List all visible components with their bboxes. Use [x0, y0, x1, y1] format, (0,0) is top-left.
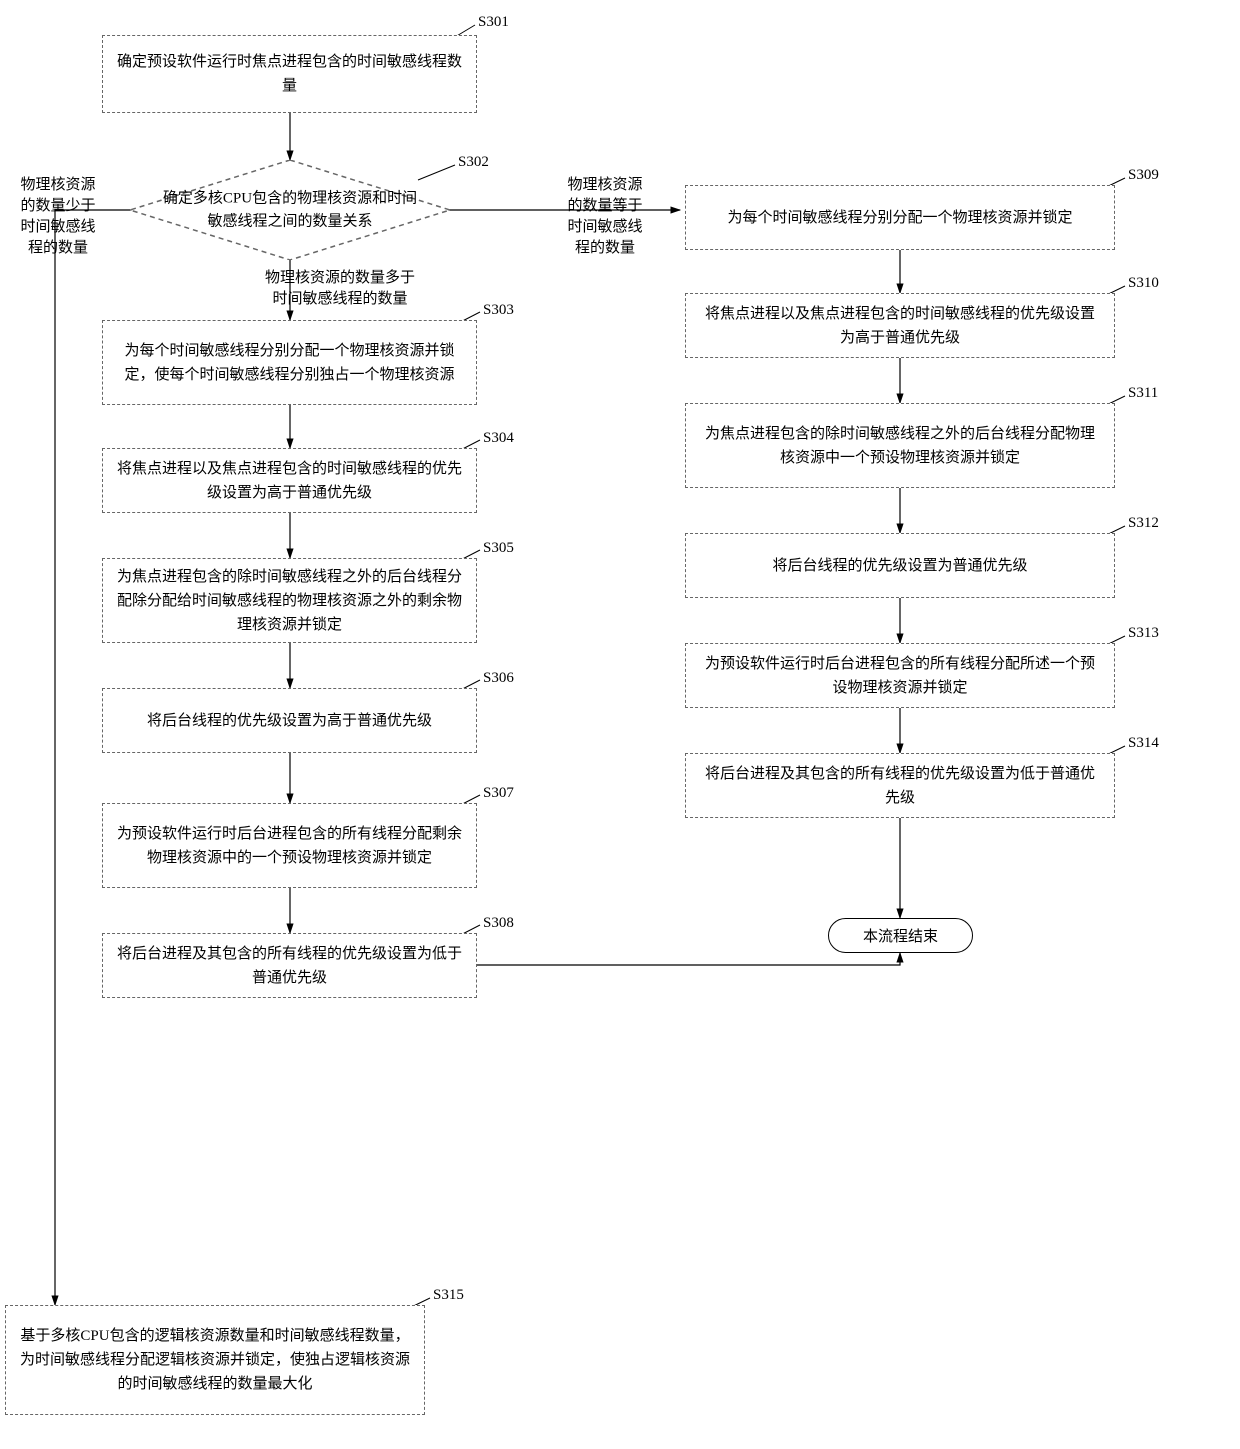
- step-s308: 将后台进程及其包含的所有线程的优先级设置为低于普通优先级: [102, 933, 477, 998]
- label-s311: S311: [1128, 383, 1158, 404]
- label-s305: S305: [483, 538, 514, 559]
- edge-left: 物理核资源的数量少于时间敏感线程的数量: [0, 175, 118, 259]
- edge-right: 物理核资源的数量等于时间敏感线程的数量: [545, 175, 665, 259]
- label-s307: S307: [483, 783, 514, 804]
- step-text: 将后台线程的优先级设置为高于普通优先级: [147, 709, 432, 733]
- label-s302: S302: [458, 152, 489, 173]
- terminator-end: 本流程结束: [828, 918, 973, 953]
- label-s313: S313: [1128, 623, 1159, 644]
- step-s307: 为预设软件运行时后台进程包含的所有线程分配剩余物理核资源中的一个预设物理核资源并…: [102, 803, 477, 888]
- label-s306: S306: [483, 668, 514, 689]
- step-text: 将后台进程及其包含的所有线程的优先级设置为低于普通优先级: [698, 762, 1102, 810]
- step-s303: 为每个时间敏感线程分别分配一个物理核资源并锁定，使每个时间敏感线程分别独占一个物…: [102, 320, 477, 405]
- step-text: 为焦点进程包含的除时间敏感线程之外的后台线程分配除分配给时间敏感线程的物理核资源…: [115, 565, 464, 637]
- label-s301: S301: [478, 12, 509, 33]
- step-s314: 将后台进程及其包含的所有线程的优先级设置为低于普通优先级: [685, 753, 1115, 818]
- step-text: 将焦点进程以及焦点进程包含的时间敏感线程的优先级设置为高于普通优先级: [115, 457, 464, 505]
- label-s314: S314: [1128, 733, 1159, 754]
- label-s312: S312: [1128, 513, 1159, 534]
- label-s308: S308: [483, 913, 514, 934]
- step-s311: 为焦点进程包含的除时间敏感线程之外的后台线程分配物理核资源中一个预设物理核资源并…: [685, 403, 1115, 488]
- label-s304: S304: [483, 428, 514, 449]
- step-text: 将后台进程及其包含的所有线程的优先级设置为低于普通优先级: [115, 942, 464, 990]
- label-s310: S310: [1128, 273, 1159, 294]
- step-text: 将后台线程的优先级设置为普通优先级: [772, 554, 1027, 578]
- step-s312: 将后台线程的优先级设置为普通优先级: [685, 533, 1115, 598]
- edge-down: 物理核资源的数量多于时间敏感线程的数量: [210, 268, 470, 310]
- step-s301: 确定预设软件运行时焦点进程包含的时间敏感线程数量: [102, 35, 477, 113]
- step-text: 为预设软件运行时后台进程包含的所有线程分配所述一个预设物理核资源并锁定: [698, 652, 1102, 700]
- step-s306: 将后台线程的优先级设置为高于普通优先级: [102, 688, 477, 753]
- step-text: 为每个时间敏感线程分别分配一个物理核资源并锁定: [727, 206, 1072, 230]
- step-s304: 将焦点进程以及焦点进程包含的时间敏感线程的优先级设置为高于普通优先级: [102, 448, 477, 513]
- step-s315: 基于多核CPU包含的逻辑核资源数量和时间敏感线程数量，为时间敏感线程分配逻辑核资…: [5, 1305, 425, 1415]
- terminator-text: 本流程结束: [863, 925, 938, 946]
- label-s309: S309: [1128, 165, 1159, 186]
- step-text: 为焦点进程包含的除时间敏感线程之外的后台线程分配物理核资源中一个预设物理核资源并…: [698, 422, 1102, 470]
- step-text: 基于多核CPU包含的逻辑核资源数量和时间敏感线程数量，为时间敏感线程分配逻辑核资…: [18, 1324, 412, 1396]
- step-s309: 为每个时间敏感线程分别分配一个物理核资源并锁定: [685, 185, 1115, 250]
- label-s303: S303: [483, 300, 514, 321]
- step-s313: 为预设软件运行时后台进程包含的所有线程分配所述一个预设物理核资源并锁定: [685, 643, 1115, 708]
- decision-text: 确定多核CPU包含的物理核资源和时间敏感线程之间的数量关系: [162, 188, 418, 233]
- step-s305: 为焦点进程包含的除时间敏感线程之外的后台线程分配除分配给时间敏感线程的物理核资源…: [102, 558, 477, 643]
- label-s315: S315: [433, 1285, 464, 1306]
- step-s310: 将焦点进程以及焦点进程包含的时间敏感线程的优先级设置为高于普通优先级: [685, 293, 1115, 358]
- step-text: 确定预设软件运行时焦点进程包含的时间敏感线程数量: [115, 50, 464, 98]
- step-text: 为预设软件运行时后台进程包含的所有线程分配剩余物理核资源中的一个预设物理核资源并…: [115, 822, 464, 870]
- decision-s302: 确定多核CPU包含的物理核资源和时间敏感线程之间的数量关系: [130, 160, 450, 260]
- step-text: 为每个时间敏感线程分别分配一个物理核资源并锁定，使每个时间敏感线程分别独占一个物…: [115, 339, 464, 387]
- step-text: 将焦点进程以及焦点进程包含的时间敏感线程的优先级设置为高于普通优先级: [698, 302, 1102, 350]
